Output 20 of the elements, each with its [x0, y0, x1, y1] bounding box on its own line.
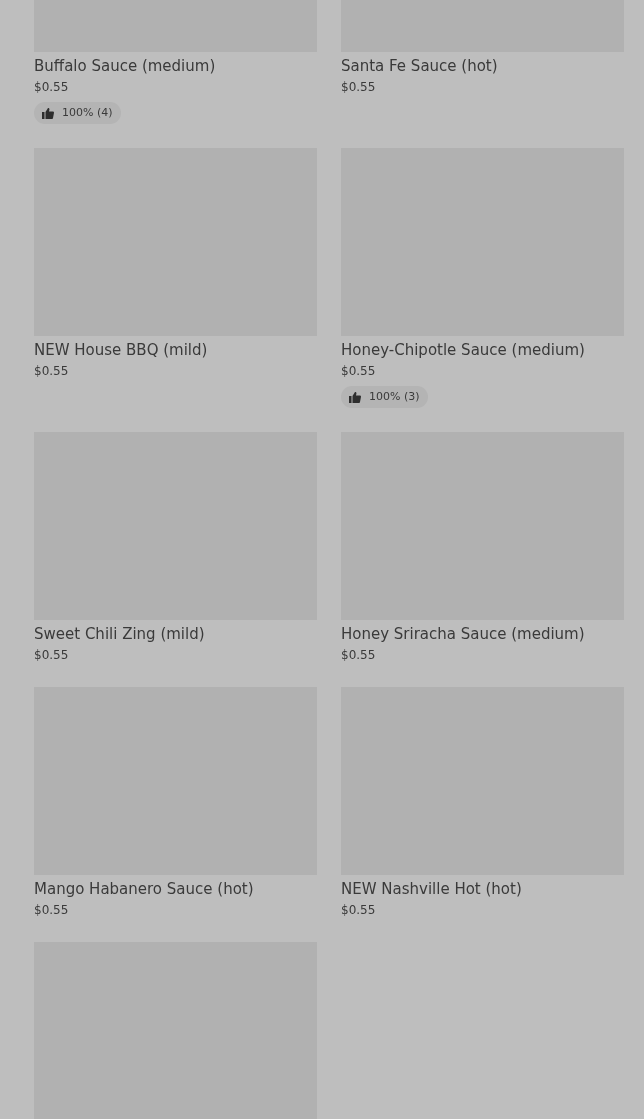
item-price: $0.55 [341, 363, 377, 379]
item-price: $0.55 [341, 79, 377, 95]
item-name: Mango Habanero Sauce (hot) [34, 879, 255, 899]
item-name: Sweet Chili Zing (mild) [34, 624, 206, 644]
thumbs-up-icon [349, 391, 361, 403]
item-name: Buffalo Sauce (medium) [34, 56, 217, 76]
rating-text: 100% (3) [369, 390, 420, 404]
item-price: $0.55 [341, 647, 377, 663]
thumbs-up-icon [42, 107, 54, 119]
item-price: $0.55 [34, 79, 70, 95]
item-name: NEW Nashville Hot (hot) [341, 879, 523, 899]
item-name: Honey-Chipotle Sauce (medium) [341, 340, 586, 360]
item-name: Santa Fe Sauce (hot) [341, 56, 499, 76]
item-name: NEW House BBQ (mild) [34, 340, 209, 360]
item-price: $0.55 [34, 902, 70, 918]
item-name: Honey Sriracha Sauce (medium) [341, 624, 586, 644]
item-price: $0.55 [34, 647, 70, 663]
item-price: $0.55 [341, 902, 377, 918]
item-price: $0.55 [34, 363, 70, 379]
rating-text: 100% (4) [62, 106, 113, 120]
